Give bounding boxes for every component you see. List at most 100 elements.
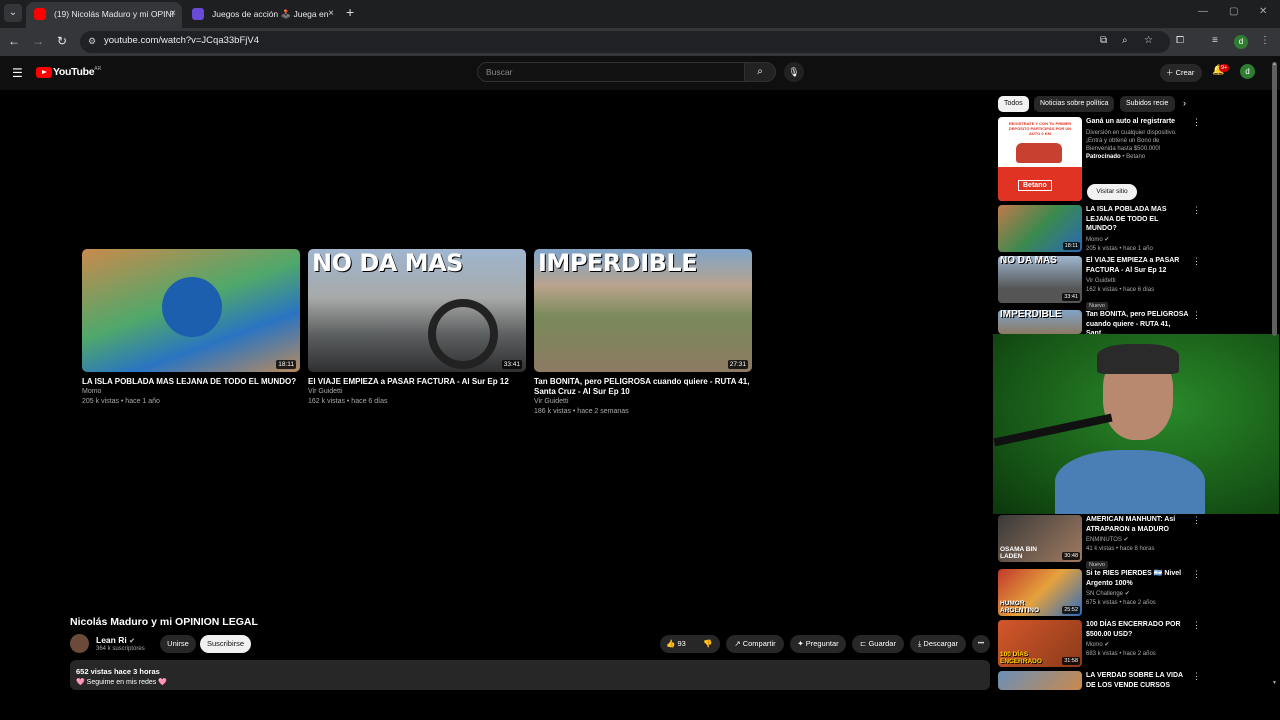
browser-profile-avatar[interactable]: d bbox=[1234, 35, 1248, 49]
search-input[interactable]: Buscar bbox=[477, 62, 745, 82]
close-window-button[interactable]: ✕ bbox=[1259, 6, 1267, 17]
tab-search-button[interactable]: ⌄ bbox=[4, 4, 22, 22]
video-thumbnail[interactable]: 18:11 bbox=[998, 205, 1082, 252]
video-thumbnail[interactable]: HUMOR ARGENTINO 25:52 bbox=[998, 569, 1082, 616]
scrollbar-thumb[interactable] bbox=[1272, 62, 1277, 336]
ask-button[interactable]: ✦ Preguntar bbox=[790, 635, 846, 653]
notification-count-badge: 9+ bbox=[1219, 64, 1230, 72]
verified-icon: ✔ bbox=[129, 638, 135, 645]
scroll-down-icon[interactable]: ▼ bbox=[1272, 680, 1277, 686]
video-title: 100 DÍAS ENCERRADO POR $500.00 USD? bbox=[1086, 621, 1181, 638]
ad-thumbnail[interactable]: REGISTRATE Y CON TU PRIMER DEPOSITO PART… bbox=[998, 117, 1082, 201]
youtube-header: ☰ YouTubeAR Buscar ⌕ 🎙 ＋ Crear 🔔 bbox=[0, 56, 1280, 90]
ad-description: Diversión en cualquier dispositivo. bbox=[1086, 129, 1177, 136]
video-thumbnail[interactable] bbox=[998, 671, 1082, 690]
more-options-icon[interactable]: ⋮ bbox=[1192, 671, 1201, 682]
more-options-icon[interactable]: ⋮ bbox=[1192, 256, 1201, 267]
tab-title: Juegos de acción 🕹️ Juega en bbox=[212, 9, 329, 19]
forward-arrow-icon[interactable]: → bbox=[30, 34, 46, 48]
endscreen-title[interactable]: Tan BONITA, pero PELIGROSA cuando quiere… bbox=[534, 377, 752, 397]
voice-search-icon[interactable]: 🎙 bbox=[784, 62, 804, 82]
media-queue-icon[interactable]: ≡ bbox=[1212, 35, 1218, 46]
streamer-shirt bbox=[1055, 450, 1205, 514]
chip-recent-uploads[interactable]: Subidos recie bbox=[1120, 96, 1175, 112]
search-button[interactable]: ⌕ bbox=[744, 62, 776, 82]
more-options-icon[interactable]: ⋮ bbox=[1192, 569, 1201, 580]
endscreen-channel: Vir Guidetti bbox=[308, 388, 343, 395]
chip-all[interactable]: Todos bbox=[998, 96, 1029, 112]
subscribe-button[interactable]: Suscribirse bbox=[200, 635, 251, 653]
tab-title: (19) Nicolás Maduro y mi OPINI bbox=[54, 9, 174, 19]
channel-name[interactable]: Lean Ri ✔ bbox=[96, 635, 135, 645]
more-options-icon[interactable]: ⋮ bbox=[1192, 310, 1201, 321]
ad-menu-icon[interactable]: ⋮ bbox=[1192, 117, 1201, 128]
hamburger-menu-icon[interactable]: ☰ bbox=[12, 66, 23, 80]
ad-title: Ganá un auto al registrarte bbox=[1086, 118, 1176, 125]
thumbnail-overlay-text: IMPERDIBLE bbox=[538, 249, 698, 277]
browser-menu-icon[interactable]: ⋮ bbox=[1260, 35, 1270, 46]
create-button[interactable]: ＋ Crear bbox=[1160, 64, 1202, 82]
more-options-icon[interactable]: ⋮ bbox=[1192, 620, 1201, 631]
video-thumbnail[interactable]: IMPERDIBLE bbox=[998, 310, 1082, 334]
video-meta: 205 k vistas • hace 1 año bbox=[1086, 245, 1153, 252]
channel-avatar[interactable] bbox=[70, 634, 89, 653]
video-title: Si te RIES PIERDES 🇦🇷 Nivel Argento 100% bbox=[1086, 570, 1182, 587]
video-player[interactable]: 18:11 LA ISLA POBLADA MAS LEJANA DE TODO… bbox=[70, 92, 990, 609]
more-options-icon[interactable]: ⋮ bbox=[1192, 205, 1201, 216]
scroll-up-icon[interactable]: ▲ bbox=[1272, 61, 1277, 67]
search-icon: ⌕ bbox=[757, 66, 763, 77]
back-arrow-icon[interactable]: ← bbox=[6, 34, 22, 48]
thumbs-down-icon: 👎 bbox=[703, 639, 713, 648]
new-tab-button[interactable]: + bbox=[346, 4, 354, 20]
join-button[interactable]: Unirse bbox=[160, 635, 196, 653]
maximize-button[interactable]: ▢ bbox=[1229, 6, 1238, 17]
taskbar-area bbox=[0, 690, 1280, 720]
description-box[interactable]: 652 vistas hace 3 horas 🩷 Seguime en mis… bbox=[70, 660, 990, 690]
video-meta: 41 k vistas • hace 8 horas bbox=[1086, 546, 1155, 552]
recommended-video[interactable]: LA VERDAD SOBRE LA VIDA DE LOS VENDE CUR… bbox=[998, 671, 1208, 690]
endscreen-title[interactable]: LA ISLA POBLADA MAS LEJANA DE TODO EL MU… bbox=[82, 377, 300, 387]
endscreen-title[interactable]: El VIAJE EMPIEZA a PASAR FACTURA - Al Su… bbox=[308, 377, 526, 387]
endscreen-meta: 186 k vistas • hace 2 semanas bbox=[534, 407, 629, 415]
endscreen-thumbnail[interactable]: IMPERDIBLE 27:31 bbox=[534, 249, 752, 372]
address-bar[interactable]: ⚙ youtube.com/watch?v=JCqa33bFjV4 ⧉ ⌕ ☆ bbox=[80, 31, 1170, 53]
more-options-icon[interactable]: ⋮ bbox=[1192, 515, 1201, 526]
endscreen-video-card[interactable]: 18:11 LA ISLA POBLADA MAS LEJANA DE TODO… bbox=[82, 249, 300, 406]
extensions-icon[interactable]: ⧠ bbox=[1176, 35, 1184, 46]
browser-tab-active[interactable]: (19) Nicolás Maduro y mi OPINI × bbox=[26, 2, 182, 28]
more-actions-button[interactable]: ••• bbox=[972, 635, 990, 653]
url-text: youtube.com/watch?v=JCqa33bFjV4 bbox=[104, 35, 259, 46]
motorcycle-wheel-graphic bbox=[428, 299, 498, 369]
game-site-favicon-icon bbox=[192, 8, 204, 20]
endscreen-thumbnail[interactable]: 18:11 bbox=[82, 249, 300, 372]
visit-site-button[interactable]: Visitar sitio bbox=[1087, 184, 1137, 200]
dislike-button[interactable]: 👎 bbox=[696, 635, 720, 653]
youtube-account-avatar[interactable]: d bbox=[1240, 64, 1255, 79]
video-thumbnail[interactable]: 100 DÍAS ENCERRADO 31:58 bbox=[998, 620, 1082, 667]
site-info-icon[interactable]: ⚙ bbox=[88, 36, 100, 48]
ad-info[interactable]: Ganá un auto al registrarte Diversión en… bbox=[1086, 117, 1190, 161]
endscreen-thumbnail[interactable]: NO DA MAS 33:41 bbox=[308, 249, 526, 372]
cast-icon[interactable]: ⧉ bbox=[1100, 35, 1107, 46]
browser-tab[interactable]: Juegos de acción 🕹️ Juega en × bbox=[184, 2, 340, 28]
save-button[interactable]: ⊏ Guardar bbox=[852, 635, 904, 653]
youtube-logo[interactable]: YouTubeAR bbox=[36, 66, 101, 80]
channel-name: Momo ✔ bbox=[1086, 642, 1110, 648]
zoom-icon[interactable]: ⌕ bbox=[1122, 35, 1128, 46]
chevron-right-icon[interactable]: › bbox=[1183, 98, 1186, 108]
video-meta: 675 k vistas • hace 2 años bbox=[1086, 600, 1156, 606]
video-thumbnail[interactable]: OSAMA BIN LADEN 30:48 bbox=[998, 515, 1082, 562]
video-thumbnail[interactable]: NO DA MAS 33:41 bbox=[998, 256, 1082, 303]
new-badge: Nuevo bbox=[1086, 561, 1108, 569]
tab-close-icon[interactable]: × bbox=[328, 2, 334, 26]
reload-icon[interactable]: ↻ bbox=[54, 34, 70, 48]
tab-close-icon[interactable]: × bbox=[170, 2, 176, 26]
endscreen-video-card[interactable]: IMPERDIBLE 27:31 Tan BONITA, pero PELIGR… bbox=[534, 249, 752, 416]
bookmark-star-icon[interactable]: ☆ bbox=[1144, 35, 1153, 46]
chip-politics-news[interactable]: Noticias sobre política bbox=[1034, 96, 1115, 112]
download-button[interactable]: ⤓ Descargar bbox=[910, 635, 966, 653]
endscreen-video-card[interactable]: NO DA MAS 33:41 El VIAJE EMPIEZA a PASAR… bbox=[308, 249, 526, 406]
minimize-button[interactable]: — bbox=[1198, 6, 1208, 17]
share-button[interactable]: ↗ Compartir bbox=[726, 635, 784, 653]
video-title: El VIAJE EMPIEZA a PASAR FACTURA - Al Su… bbox=[1086, 257, 1180, 274]
